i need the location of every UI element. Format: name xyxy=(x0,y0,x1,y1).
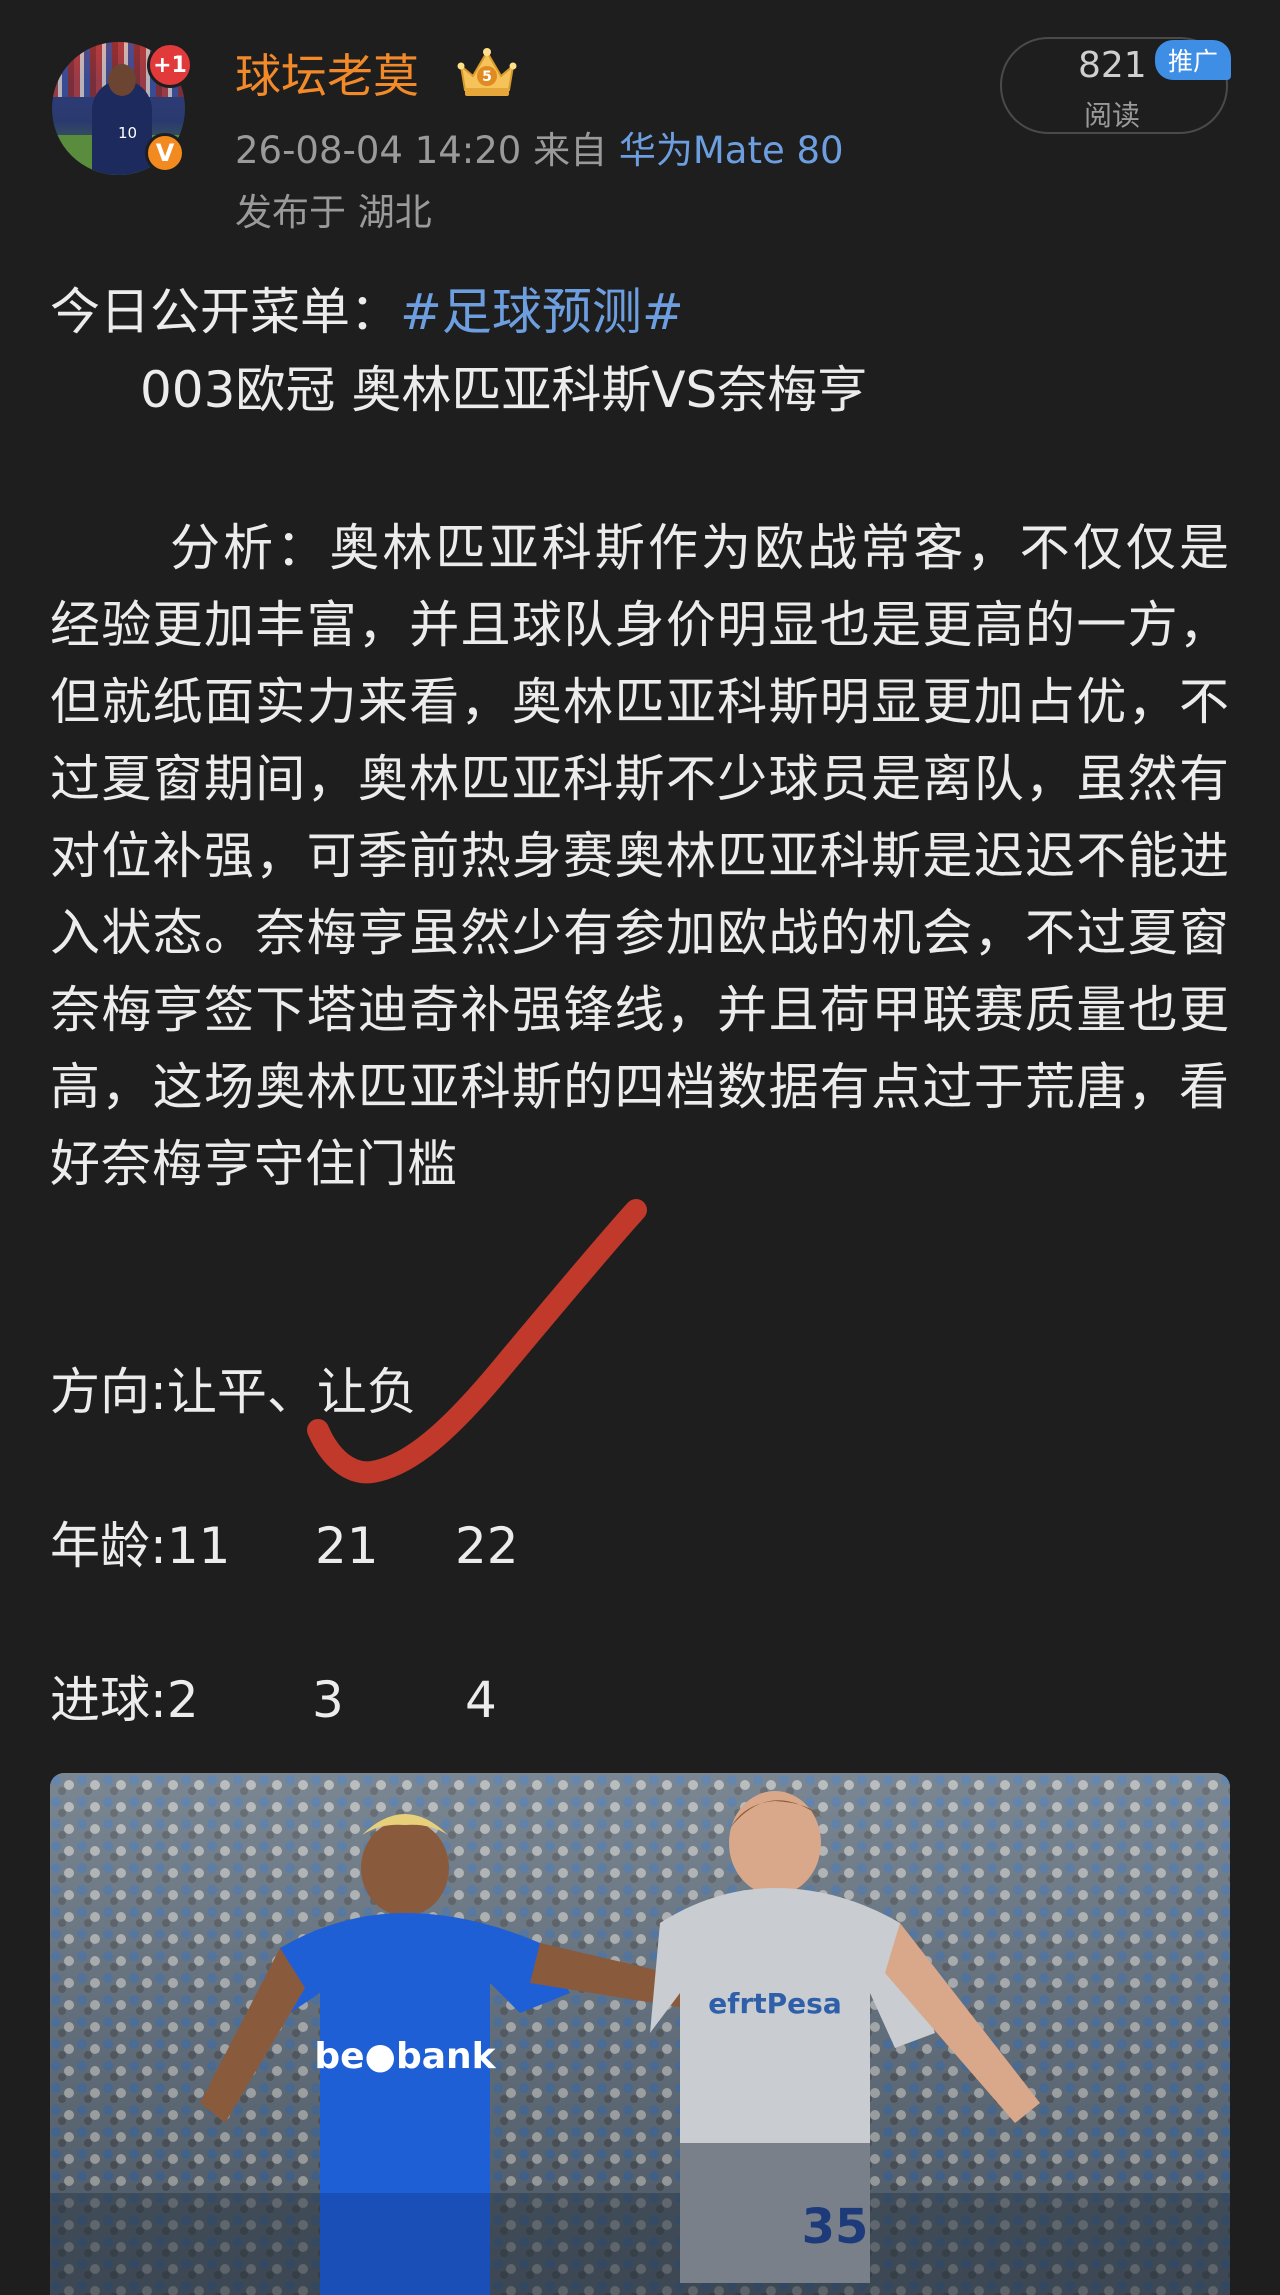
notification-badge: +1 xyxy=(147,42,193,88)
post-location: 发布于 湖北 xyxy=(235,191,432,234)
age-value-3: 22 xyxy=(455,1517,519,1575)
shirt-number-text: 35 xyxy=(802,2199,869,2255)
match-line: 003欧冠 奥林匹亚科斯VS奈梅亨 xyxy=(140,361,868,419)
device-link[interactable]: 华为Mate 80 xyxy=(619,129,844,172)
sponsor-right-text: efrtPesa xyxy=(708,1987,841,2020)
hashtag-link[interactable]: #足球预测# xyxy=(400,283,684,341)
from-label: 来自 xyxy=(533,129,608,172)
match-photo[interactable]: be●bank efrtPesa 35 xyxy=(50,1773,1230,2295)
avatar-head xyxy=(108,64,136,96)
goals-label: 进球:2 xyxy=(50,1671,199,1729)
post-timestamp: 26-08-04 14:20 xyxy=(235,129,522,172)
goals-line: 进球:2 xyxy=(50,1670,199,1730)
read-count: 821 xyxy=(1078,45,1147,86)
level-number: 5 xyxy=(482,69,492,85)
age-label: 年龄:11 xyxy=(50,1517,231,1575)
age-line: 年龄:11 xyxy=(50,1516,230,1576)
goals-value-2: 3 xyxy=(312,1671,344,1729)
menu-label: 今日公开菜单： xyxy=(50,283,400,341)
sponsor-left-text: be●bank xyxy=(314,2036,496,2077)
avatar-jersey-number: 10 xyxy=(118,124,138,142)
read-label: 阅读 xyxy=(1084,99,1141,132)
red-checkmark-icon xyxy=(307,1199,647,1484)
age-value-2: 21 xyxy=(315,1517,379,1575)
crown-level-icon: 5 xyxy=(457,48,517,96)
analysis-paragraph: 分析：奥林匹亚科斯作为欧战常客，不仅仅是经验更加丰富，并且球队身价明显也是更高的… xyxy=(50,519,1230,1193)
verified-icon: V xyxy=(145,133,185,173)
menu-line: 今日公开菜单：#足球预测# xyxy=(50,282,684,342)
promo-badge[interactable]: 推广 xyxy=(1155,40,1231,80)
goals-value-3: 4 xyxy=(465,1671,497,1729)
username[interactable]: 球坛老莫 xyxy=(235,40,419,106)
post-meta: 26-08-04 14:20 来自 华为Mate 80 xyxy=(235,120,844,174)
